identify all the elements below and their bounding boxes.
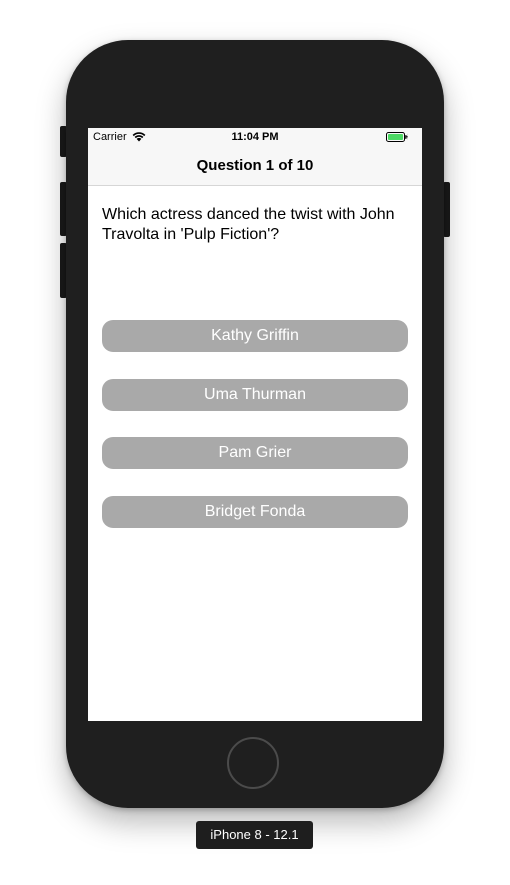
question-text: Which actress danced the twist with John… (102, 206, 395, 243)
home-button[interactable] (227, 737, 279, 789)
answer-button-uma-thurman[interactable]: Uma Thurman (102, 379, 408, 411)
page-title: Question 1 of 10 (196, 157, 314, 174)
answer-button-bridget-fonda[interactable]: Bridget Fonda (102, 496, 408, 528)
app-screen: Carrier 11:04 PM Question 1 of 10 Which … (88, 128, 422, 721)
navigation-bar: Question 1 of 10 (88, 146, 422, 186)
answer-button-pam-grier[interactable]: Pam Grier (102, 437, 408, 469)
battery-charging-icon (386, 132, 408, 142)
device-label: iPhone 8 - 12.1 (196, 821, 313, 849)
simulator-stage: Carrier 11:04 PM Question 1 of 10 Which … (0, 0, 510, 885)
status-time: 11:04 PM (231, 131, 279, 143)
power-button (443, 182, 450, 237)
answer-button-kathy-griffin[interactable]: Kathy Griffin (102, 320, 408, 352)
status-bar: Carrier 11:04 PM (88, 128, 422, 146)
